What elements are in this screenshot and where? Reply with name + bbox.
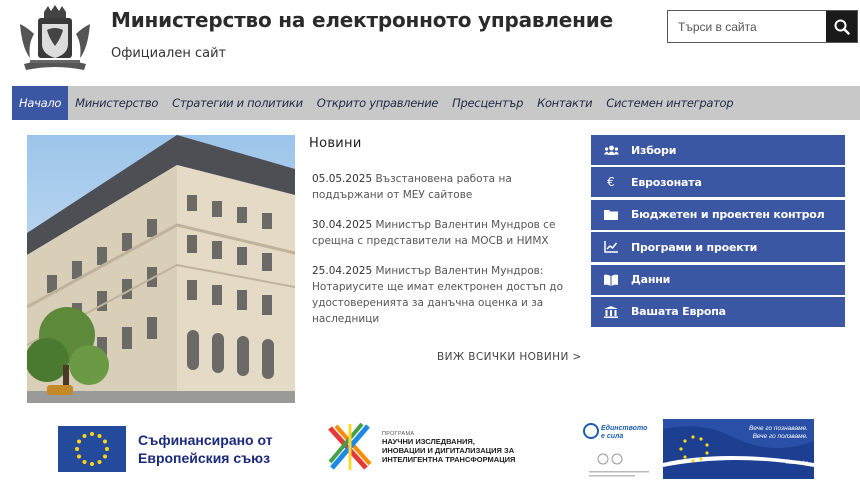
quicklink-eurozone[interactable]: € Еврозоната xyxy=(591,167,845,198)
search-box xyxy=(667,10,858,43)
quicklink-budget-control[interactable]: Бюджетен и проектен контрол xyxy=(591,199,845,230)
eu-text: Съфинансирано от Европейския съюз xyxy=(138,431,273,467)
unity-brand: Единството е сила xyxy=(581,419,663,479)
coat-of-arms-logo[interactable] xyxy=(14,4,96,76)
main-nav: Начало Министерство Стратегии и политики… xyxy=(12,86,860,120)
nav-item-press-center[interactable]: Пресцентър xyxy=(445,86,530,120)
news-date: 05.05.2025 xyxy=(312,173,373,185)
ministry-building-photo xyxy=(27,135,295,403)
unity-flag-panel: Вече го познаваме. Вече го ползваме. euf… xyxy=(663,419,814,479)
program-logo[interactable]: ПРОГРАМА НАУЧНИ ИЗСЛЕДВАНИЯ, ИНОВАЦИИ И … xyxy=(328,420,548,474)
news-section: Новини 05.05.2025 Възстановена работа на… xyxy=(309,136,574,341)
quicklink-elections[interactable]: Избори xyxy=(591,135,845,165)
quicklink-label: Програми и проекти xyxy=(631,240,758,254)
eu-line-2: Европейския съюз xyxy=(138,450,271,466)
eu-funds-banner[interactable]: Единството е сила Вече го познаваме. Веч… xyxy=(581,419,814,479)
quicklink-data[interactable]: Данни xyxy=(591,264,845,295)
euro-icon: € xyxy=(607,175,615,190)
quick-links: Избори € Еврозоната Бюджетен и проектен … xyxy=(591,135,845,329)
quicklink-programs-projects[interactable]: Програми и проекти xyxy=(591,232,845,263)
search-input[interactable] xyxy=(668,11,827,42)
chart-icon xyxy=(591,241,631,253)
program-text: ПРОГРАМА НАУЧНИ ИЗСЛЕДВАНИЯ, ИНОВАЦИИ И … xyxy=(382,431,515,464)
unity-slogan-line-1: Вече го познаваме. xyxy=(749,425,808,432)
all-news-link[interactable]: ВИЖ ВСИЧКИ НОВИНИ > xyxy=(437,351,582,363)
folder-icon xyxy=(591,209,631,221)
unity-slogan-line-2: Вече го ползваме. xyxy=(752,433,808,440)
search-icon xyxy=(834,19,850,35)
quicklink-label: Данни xyxy=(631,273,671,287)
quicklink-label: Еврозоната xyxy=(631,175,702,189)
program-line-3: ИНТЕЛИГЕНТНА ТРАНСФОРМАЦИЯ xyxy=(382,454,516,464)
program-line-2: ИНОВАЦИИ И ДИГИТАЛИЗАЦИЯ ЗА xyxy=(382,445,515,455)
nav-item-system-integrator[interactable]: Системен интегратор xyxy=(599,86,740,120)
unity-slogan: Вече го познаваме. Вече го ползваме. xyxy=(749,425,808,441)
news-item: 05.05.2025 Възстановена работа на поддър… xyxy=(309,171,574,203)
program-line-1: НАУЧНИ ИЗСЛЕДВАНИЯ, xyxy=(382,436,475,446)
site-subtitle: Официален сайт xyxy=(111,46,227,61)
news-date: 30.04.2025 xyxy=(312,219,373,231)
institution-icon xyxy=(591,305,631,318)
quicklink-your-europe[interactable]: Вашата Европа xyxy=(591,296,845,327)
quicklink-label: Бюджетен и проектен контрол xyxy=(631,208,825,222)
nav-item-ministry[interactable]: Министерство xyxy=(68,86,165,120)
eu-flag-icon xyxy=(58,426,126,472)
users-icon xyxy=(591,145,631,156)
news-item: 30.04.2025 Министър Валентин Мундров се … xyxy=(309,217,574,249)
nav-item-open-government[interactable]: Открито управление xyxy=(310,86,445,120)
nav-item-strategies[interactable]: Стратегии и политики xyxy=(165,86,310,120)
program-x-icon xyxy=(328,422,372,470)
nav-item-contacts[interactable]: Контакти xyxy=(530,86,599,120)
site-title[interactable]: Министерство на електронното управление xyxy=(111,8,613,32)
eu-line-1: Съфинансирано от xyxy=(138,432,273,448)
quicklink-label: Вашата Европа xyxy=(631,305,726,319)
eu-cofunded-logo[interactable]: Съфинансирано от Европейския съюз xyxy=(58,425,288,473)
news-item: 25.04.2025 Министър Валентин Мундров: Но… xyxy=(309,263,574,327)
unity-brand-text: Единството е сила xyxy=(601,425,647,441)
news-date: 25.04.2025 xyxy=(312,265,373,277)
site-header: Министерство на електронното управление … xyxy=(0,0,860,86)
unity-brand-line-1: Единството xyxy=(601,425,648,432)
unity-site: eufunds.bg xyxy=(785,460,808,465)
search-button[interactable] xyxy=(826,11,857,42)
news-title: Новини xyxy=(309,136,362,151)
unity-brand-line-2: е сила xyxy=(601,433,624,440)
book-icon xyxy=(591,274,631,286)
quicklink-label: Избори xyxy=(631,143,677,157)
nav-item-home[interactable]: Начало xyxy=(12,86,69,120)
